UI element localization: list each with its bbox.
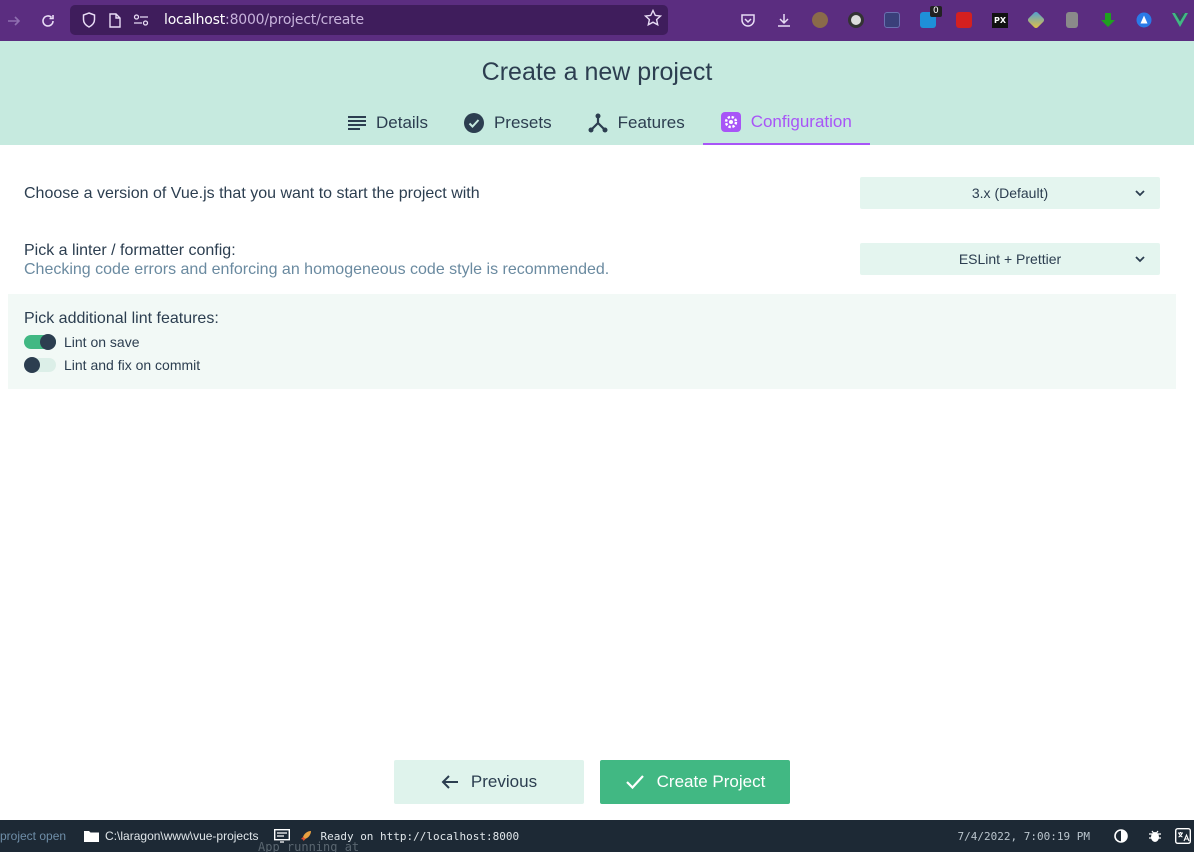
pocket-icon[interactable] xyxy=(730,8,766,32)
project-path-text: C:\laragon\www\vue-projects xyxy=(105,829,259,843)
reload-icon[interactable] xyxy=(34,7,62,35)
forward-icon[interactable] xyxy=(0,7,28,35)
tab-details[interactable]: Details xyxy=(330,101,446,145)
wizard-tabs: Details Presets Features Configuration xyxy=(330,101,870,145)
check-icon xyxy=(625,774,645,790)
tab-details-label: Details xyxy=(376,113,428,132)
log-ghost-text: App running at xyxy=(258,840,360,852)
notion-extension-icon[interactable] xyxy=(874,8,910,32)
create-project-label: Create Project xyxy=(656,772,766,791)
site-permissions-icon[interactable] xyxy=(130,9,152,31)
lint-on-commit-row[interactable]: Lint and fix on commit xyxy=(24,357,200,373)
linter-select[interactable]: ESLint + Prettier xyxy=(860,243,1160,275)
red-extension-icon[interactable] xyxy=(946,8,982,32)
project-open-text[interactable]: project open xyxy=(0,820,66,852)
lint-features-label: Pick additional lint features: xyxy=(24,310,219,327)
linter-label: Pick a linter / formatter config: xyxy=(24,242,236,259)
tab-presets-label: Presets xyxy=(493,113,552,132)
px-label: PX xyxy=(991,12,1009,28)
toggle-knob xyxy=(24,357,40,373)
badge-extension-icon[interactable]: 0 xyxy=(910,6,946,32)
gray-extension-icon[interactable] xyxy=(1054,8,1090,32)
linter-value: ESLint + Prettier xyxy=(958,251,1062,267)
avatar-extension-icon[interactable] xyxy=(802,8,838,32)
blue-triangle-extension-icon[interactable] xyxy=(1126,8,1162,32)
previous-button[interactable]: Previous xyxy=(394,760,584,804)
app-header: Create a new project Details Presets Fea… xyxy=(0,41,1194,145)
vue-version-select[interactable]: 3.x (Default) xyxy=(860,177,1160,209)
tab-configuration-label: Configuration xyxy=(750,112,852,131)
check-circle-icon xyxy=(463,113,484,133)
gear-icon xyxy=(720,112,741,132)
browser-toolbar: localhost:8000/project/create 0 PX xyxy=(0,0,1194,41)
folder-icon xyxy=(84,830,100,842)
linter-question: Pick a linter / formatter config: Checki… xyxy=(24,242,609,279)
toggle-knob xyxy=(40,334,56,350)
lint-on-commit-toggle[interactable] xyxy=(24,357,56,373)
green-arrow-extension-icon[interactable] xyxy=(1090,8,1126,32)
lint-on-save-row[interactable]: Lint on save xyxy=(24,334,140,350)
url-path: :8000/project/create xyxy=(225,12,364,28)
download-icon[interactable] xyxy=(766,8,802,32)
list-icon xyxy=(348,115,366,131)
arrow-left-icon xyxy=(441,774,459,790)
tab-features-label: Features xyxy=(617,113,685,132)
tab-features[interactable]: Features xyxy=(570,101,703,145)
lint-on-save-label: Lint on save xyxy=(64,334,140,350)
lint-features-panel: Pick additional lint features: Lint on s… xyxy=(8,294,1176,389)
tab-presets[interactable]: Presets xyxy=(446,101,570,145)
status-icons xyxy=(1104,820,1194,852)
ball-extension-icon[interactable] xyxy=(838,8,874,32)
extensions-row: 0 PX xyxy=(730,6,1194,32)
project-path[interactable]: C:\laragon\www\vue-projects xyxy=(84,820,258,852)
url-text[interactable]: localhost:8000/project/create xyxy=(164,12,364,28)
tab-configuration[interactable]: Configuration xyxy=(702,101,870,145)
lint-on-save-toggle[interactable] xyxy=(24,334,56,350)
previous-label: Previous xyxy=(470,772,538,791)
chevron-down-icon xyxy=(1134,186,1146,202)
fork-icon xyxy=(588,113,608,133)
create-project-button[interactable]: Create Project xyxy=(600,760,790,804)
linter-description: Checking code errors and enforcing an ho… xyxy=(24,261,610,278)
pen-extension-icon[interactable] xyxy=(1018,8,1054,32)
page-title: Create a new project xyxy=(481,58,713,86)
px-extension-icon[interactable]: PX xyxy=(982,8,1018,32)
vue-devtools-icon[interactable] xyxy=(1162,8,1194,32)
bug-icon[interactable] xyxy=(1138,820,1172,852)
vue-version-label: Choose a version of Vue.js that you want… xyxy=(24,185,480,202)
extension-badge: 0 xyxy=(930,6,942,17)
url-bar[interactable]: localhost:8000/project/create xyxy=(70,5,668,35)
translate-icon[interactable] xyxy=(1172,820,1194,852)
bookmark-star-icon[interactable] xyxy=(643,8,663,32)
status-bar: project open C:\laragon\www\vue-projects… xyxy=(0,820,1194,852)
vue-version-value: 3.x (Default) xyxy=(971,185,1049,201)
dark-mode-icon[interactable] xyxy=(1104,820,1138,852)
status-timestamp: 7/4/2022, 7:00:19 PM xyxy=(957,829,1090,843)
chevron-down-icon xyxy=(1134,252,1146,268)
page-icon[interactable] xyxy=(104,9,126,31)
shield-icon[interactable] xyxy=(78,9,100,31)
url-host: localhost xyxy=(164,12,226,28)
lint-on-commit-label: Lint and fix on commit xyxy=(64,357,201,373)
